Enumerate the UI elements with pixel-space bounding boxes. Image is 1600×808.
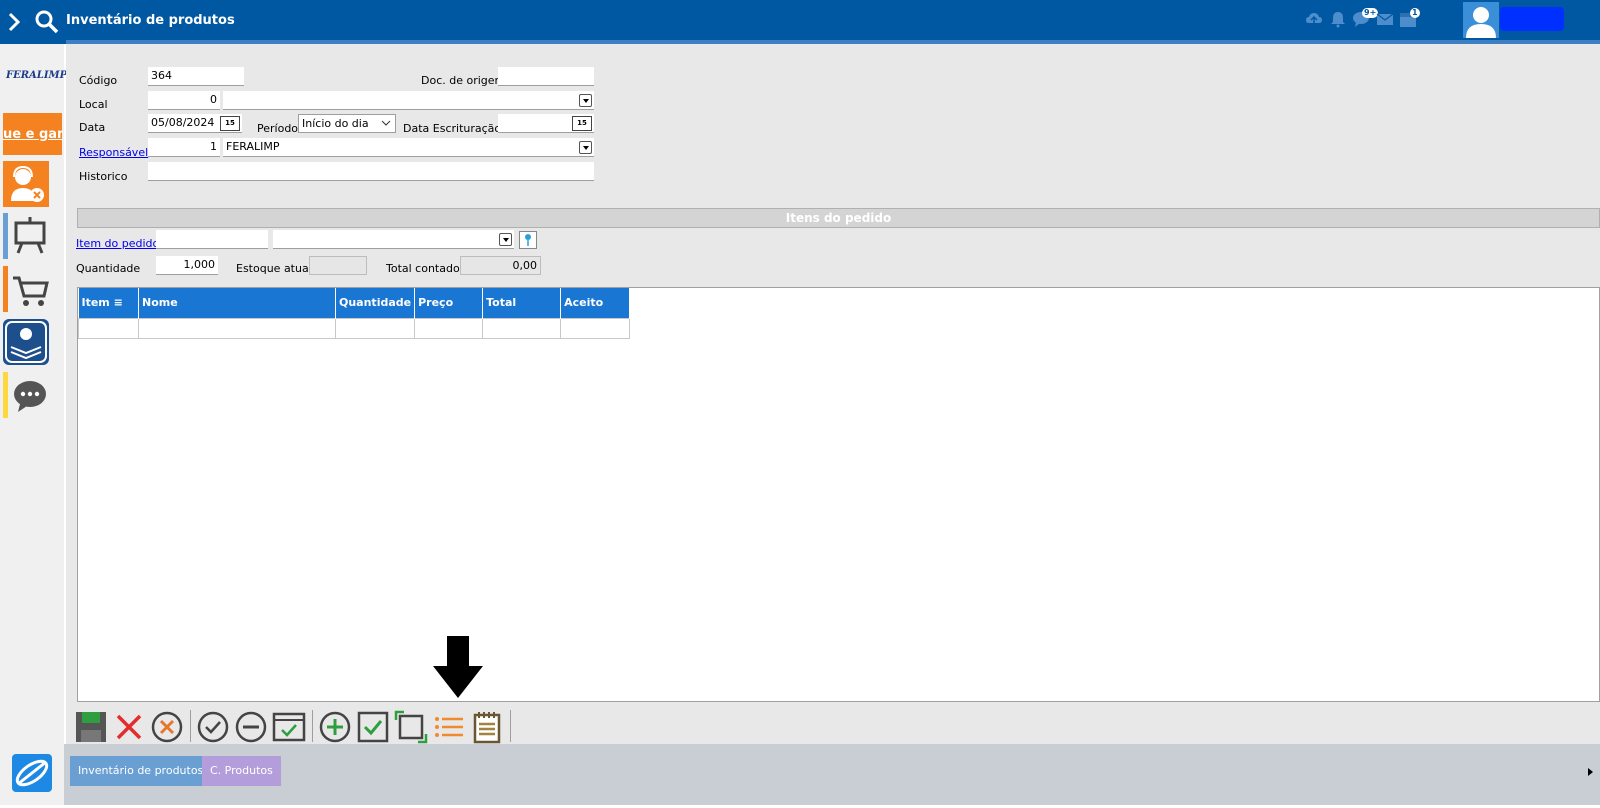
action-toolbar	[74, 706, 1600, 744]
data-escrituracao-label: Data Escrituração	[403, 122, 502, 135]
quantidade-label: Quantidade	[76, 262, 141, 275]
app-logo[interactable]	[0, 744, 64, 805]
chevron-down-icon	[381, 120, 391, 126]
items-grid[interactable]: Item ≡ Nome Quantidade Preço Total Aceit…	[77, 287, 1600, 702]
quantidade-field[interactable]: 1,000	[156, 256, 218, 275]
window-check-icon[interactable]	[272, 710, 306, 744]
col-preco[interactable]: Preço	[414, 288, 484, 318]
page-title: Inventário de produtos	[66, 13, 235, 28]
col-quantidade[interactable]: Quantidade	[335, 288, 416, 318]
responsavel-desc: FERALIMP	[226, 140, 280, 153]
list-icon[interactable]	[432, 710, 466, 744]
idea-icon[interactable]	[3, 319, 49, 365]
responsavel-link[interactable]: Responsável	[79, 146, 148, 159]
col-aceito[interactable]: Aceito	[560, 288, 631, 318]
local-label: Local	[79, 98, 108, 111]
chevron-down-icon[interactable]	[499, 233, 512, 246]
toolbar-divider	[510, 710, 511, 742]
company-logo: FERALIMP	[6, 70, 68, 81]
checkbox-icon[interactable]	[356, 710, 390, 744]
periodo-value: Início do dia	[302, 117, 369, 130]
top-bar: Inventário de produtos 9+ 1	[0, 0, 1600, 44]
historico-field[interactable]	[148, 162, 594, 181]
col-nome[interactable]: Nome	[138, 288, 336, 318]
user-name-box[interactable]	[1500, 7, 1564, 31]
cancel-circle-icon[interactable]	[150, 710, 184, 744]
bell-icon[interactable]	[1329, 10, 1347, 28]
calendar-badge: 1	[1410, 8, 1420, 18]
data-label: Data	[79, 121, 106, 134]
support-icon[interactable]	[3, 161, 49, 207]
close-icon[interactable]	[112, 710, 146, 744]
promo-banner[interactable]: ue e ganh	[3, 113, 62, 155]
tab-inventario[interactable]: Inventário de produtos	[70, 756, 212, 786]
toolbar-divider	[190, 710, 191, 742]
save-icon[interactable]	[74, 710, 108, 744]
codigo-field[interactable]: 364	[148, 67, 244, 86]
mail-icon[interactable]	[1376, 10, 1394, 28]
taskbar: Inventário de produtos C. Produtos	[0, 744, 1600, 805]
sidebar: FERALIMP ue e ganh	[0, 44, 68, 805]
pin-icon[interactable]	[519, 231, 537, 249]
check-circle-icon[interactable]	[196, 710, 230, 744]
responsavel-select[interactable]: FERALIMP	[223, 138, 594, 157]
col-item[interactable]: Item ≡	[78, 288, 139, 318]
speech-bubble-icon[interactable]	[10, 372, 50, 418]
table-row[interactable]	[78, 317, 631, 339]
estoque-atual-field	[309, 256, 367, 275]
item-pedido-link[interactable]: Item do pedido	[76, 237, 159, 250]
presentation-stripe	[3, 213, 8, 259]
total-contado-label: Total contado	[386, 262, 460, 275]
doc-origem-label: Doc. de origem	[421, 74, 506, 87]
scroll-right-icon[interactable]	[1587, 767, 1595, 777]
data-field[interactable]: 05/08/2024 15	[148, 114, 242, 133]
periodo-label: Período	[257, 122, 299, 135]
historico-label: Historico	[79, 170, 128, 183]
notepad-icon[interactable]	[470, 710, 504, 744]
main-panel: Código 364 Doc. de origem Local 0 Data 0…	[66, 44, 1600, 744]
chevron-right-icon[interactable]	[4, 10, 24, 34]
cart-stripe	[3, 266, 8, 312]
codigo-label: Código	[79, 74, 118, 87]
responsavel-code-field[interactable]: 1	[148, 138, 220, 157]
estoque-atual-label: Estoque atual	[236, 262, 312, 275]
arrow-down-icon	[433, 636, 483, 698]
col-total[interactable]: Total	[482, 288, 562, 318]
resize-icon[interactable]	[394, 710, 428, 744]
search-icon[interactable]	[34, 9, 60, 35]
minus-circle-icon[interactable]	[234, 710, 268, 744]
avatar[interactable]	[1463, 2, 1499, 38]
data-escrituracao-field[interactable]: 15	[498, 114, 594, 133]
itens-section-header: Itens do pedido	[77, 208, 1600, 228]
item-pedido-code-field[interactable]	[156, 230, 268, 249]
chevron-down-icon[interactable]	[579, 94, 592, 107]
local-select[interactable]	[223, 91, 594, 110]
promo-text: ue e ganh	[3, 127, 62, 142]
chevron-down-icon[interactable]	[579, 141, 592, 154]
cloud-upload-icon[interactable]	[1305, 10, 1323, 28]
presentation-icon[interactable]	[10, 213, 50, 259]
item-pedido-select[interactable]	[273, 230, 514, 249]
total-contado-field: 0,00	[460, 256, 541, 275]
local-code-field[interactable]: 0	[148, 91, 220, 110]
calendar-picker-icon[interactable]: 15	[220, 116, 240, 131]
chat-stripe	[3, 372, 8, 418]
cart-icon[interactable]	[10, 266, 50, 312]
periodo-select[interactable]: Início do dia	[298, 114, 396, 133]
calendar-picker-icon[interactable]: 15	[572, 116, 592, 131]
add-circle-icon[interactable]	[318, 710, 352, 744]
doc-origem-field[interactable]	[498, 67, 594, 86]
toolbar-divider	[312, 710, 313, 742]
tab-c-produtos[interactable]: C. Produtos	[202, 756, 281, 786]
data-value: 05/08/2024	[151, 116, 215, 129]
